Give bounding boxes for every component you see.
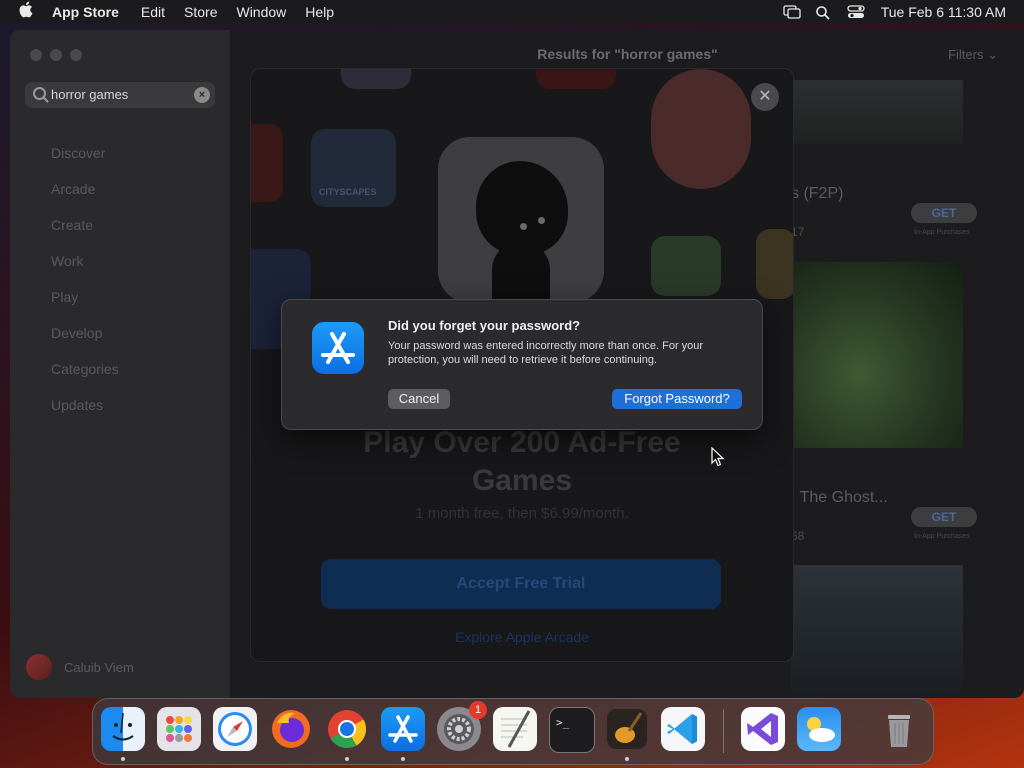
- account-button[interactable]: Caluib Viem: [26, 654, 134, 680]
- explore-arcade-link[interactable]: Explore Apple Arcade: [251, 629, 793, 645]
- window-controls: [30, 49, 82, 61]
- minimize-window-button[interactable]: [50, 49, 62, 61]
- menu-help[interactable]: Help: [305, 4, 334, 20]
- sidebar: horror games × Discover Arcade Create Wo…: [10, 30, 231, 698]
- sidebar-item-play[interactable]: Play: [10, 279, 230, 315]
- spotlight-search-icon[interactable]: [815, 5, 833, 20]
- sidebar-item-arcade[interactable]: Arcade: [10, 171, 230, 207]
- sidebar-nav: Discover Arcade Create Work Play Develop…: [10, 135, 230, 423]
- promo-subtitle: 1 month free, then $6.99/month.: [415, 505, 629, 522]
- game-tile: [651, 236, 721, 296]
- zoom-window-button[interactable]: [70, 49, 82, 61]
- game-tile: [251, 124, 283, 202]
- avatar: [26, 654, 52, 680]
- result-screenshot[interactable]: [791, 565, 963, 698]
- chevron-down-icon: ⌄: [987, 47, 998, 62]
- garageband-icon[interactable]: [605, 707, 649, 751]
- in-app-purchases-note: In-App Purchases: [914, 229, 970, 236]
- result-title[interactable]: : The Ghost...: [791, 489, 888, 507]
- app-store-icon[interactable]: [381, 707, 425, 751]
- filters-button[interactable]: Filters ⌄: [948, 47, 998, 63]
- result-screenshot[interactable]: [791, 262, 963, 448]
- search-field[interactable]: horror games ×: [25, 82, 215, 108]
- sidebar-item-categories[interactable]: Categories: [10, 351, 230, 387]
- game-tile-label: CITYSCAPES: [319, 187, 377, 197]
- dock: 1 >_: [92, 698, 934, 765]
- alert-title: Did you forget your password?: [388, 318, 581, 333]
- arcade-game-icon: [438, 137, 604, 303]
- apple-menu-icon[interactable]: [18, 1, 36, 22]
- menu-clock[interactable]: Tue Feb 6 11:30 AM: [881, 4, 1006, 20]
- game-tile: [651, 69, 751, 189]
- filters-label: Filters: [948, 47, 984, 62]
- notification-badge: 1: [469, 701, 487, 719]
- screen-mirroring-icon[interactable]: [783, 4, 801, 19]
- game-tile: [341, 69, 411, 89]
- accept-free-trial-button[interactable]: Accept Free Trial: [321, 559, 721, 609]
- result-screenshot[interactable]: [791, 80, 963, 144]
- launchpad-icon[interactable]: [157, 707, 201, 751]
- firefox-icon[interactable]: [269, 707, 313, 751]
- game-tile: [536, 69, 616, 89]
- svg-text:>_: >_: [556, 716, 570, 729]
- sidebar-item-updates[interactable]: Updates: [10, 387, 230, 423]
- menu-store[interactable]: Store: [184, 4, 217, 20]
- terminal-icon[interactable]: >_: [549, 707, 595, 753]
- in-app-purchases-note: In-App Purchases: [914, 533, 970, 540]
- close-icon[interactable]: ✕: [751, 83, 779, 111]
- sidebar-item-develop[interactable]: Develop: [10, 315, 230, 351]
- safari-icon[interactable]: [213, 707, 257, 751]
- get-button[interactable]: GET: [911, 203, 977, 223]
- weather-icon[interactable]: [797, 707, 841, 751]
- game-tile: CITYSCAPES: [311, 129, 396, 207]
- forgot-password-alert: Did you forget your password? Your passw…: [281, 299, 763, 430]
- vscode-icon[interactable]: [661, 707, 705, 751]
- forgot-password-button[interactable]: Forgot Password?: [612, 389, 742, 409]
- chrome-icon[interactable]: [325, 707, 369, 751]
- dock-separator: [723, 709, 724, 753]
- close-window-button[interactable]: [30, 49, 42, 61]
- menu-app-name[interactable]: App Store: [52, 4, 119, 20]
- user-name: Caluib Viem: [64, 659, 134, 675]
- app-store-icon: [312, 322, 364, 374]
- sidebar-item-create[interactable]: Create: [10, 207, 230, 243]
- search-icon: [33, 87, 46, 100]
- search-input[interactable]: horror games: [51, 87, 128, 102]
- clear-search-icon[interactable]: ×: [194, 87, 210, 103]
- page-title: Results for "horror games": [537, 46, 718, 62]
- mouse-cursor-icon: [711, 446, 725, 472]
- alert-message: Your password was entered incorrectly mo…: [388, 340, 704, 366]
- visual-studio-icon[interactable]: [741, 707, 785, 751]
- result-title[interactable]: s (F2P): [791, 185, 843, 203]
- menu-window[interactable]: Window: [236, 4, 286, 20]
- menu-bar: App Store Edit Store Window Help Tue Feb…: [0, 0, 1024, 23]
- textedit-icon[interactable]: [493, 707, 537, 751]
- finder-icon[interactable]: [101, 707, 145, 751]
- sidebar-item-work[interactable]: Work: [10, 243, 230, 279]
- sidebar-item-discover[interactable]: Discover: [10, 135, 230, 171]
- game-tile: [756, 229, 793, 299]
- trash-icon[interactable]: [877, 707, 921, 751]
- control-center-icon[interactable]: [847, 4, 865, 19]
- menu-edit[interactable]: Edit: [141, 4, 165, 20]
- get-button[interactable]: GET: [911, 507, 977, 527]
- cancel-button[interactable]: Cancel: [388, 389, 450, 409]
